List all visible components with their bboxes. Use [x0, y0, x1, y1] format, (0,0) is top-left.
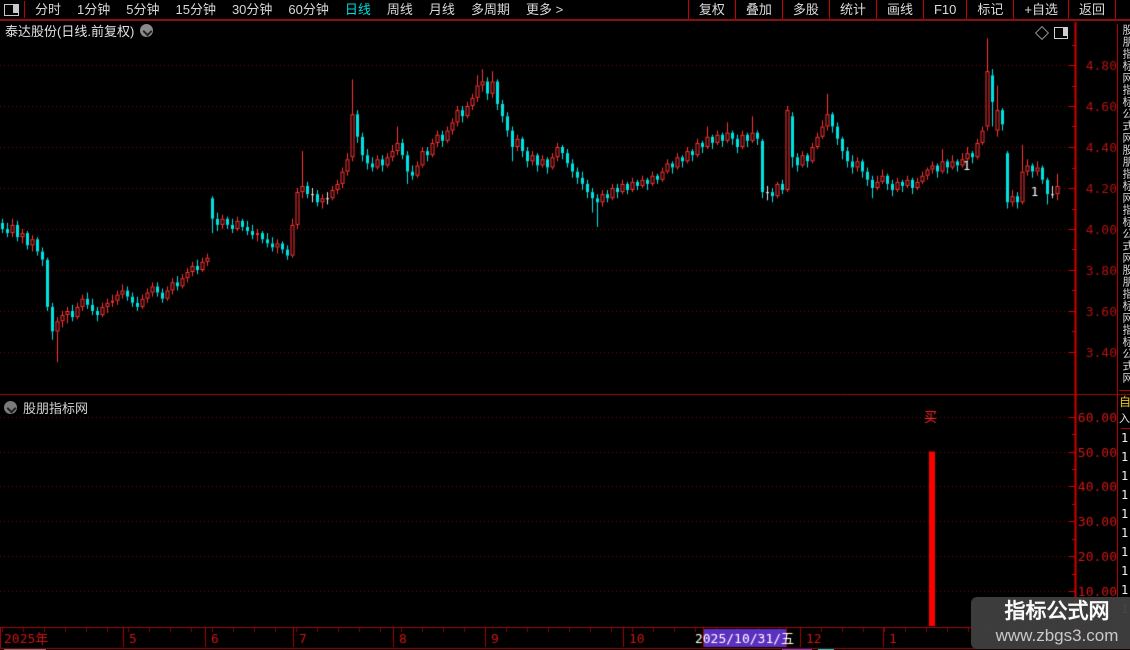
period-tab-8[interactable]: 月线: [421, 0, 463, 19]
window-layout-icon[interactable]: [4, 3, 19, 16]
toolbar-button-3[interactable]: 统计: [828, 0, 876, 19]
indicator-panel-title: 股朋指标网: [4, 398, 88, 417]
chart-title: 泰达股份(日线.前复权): [5, 23, 135, 39]
chart-canvas[interactable]: [0, 0, 1130, 650]
period-tab-4[interactable]: 30分钟: [224, 0, 280, 19]
toolbar-button-6[interactable]: 标记: [966, 0, 1013, 19]
watermark-url: www.zbgs3.com: [995, 626, 1119, 645]
toolbar-button-1[interactable]: 叠加: [734, 0, 782, 19]
toolbar-divider: [24, 1, 25, 18]
period-tab-0[interactable]: 分时: [27, 0, 69, 19]
top-toolbar: 分时 1分钟 5分钟 15分钟 30分钟 60分钟 日线 周线 月线 多周期 更多 > 复权 叠加 多股…: [0, 0, 1130, 21]
toolbar-button-4[interactable]: 画线: [875, 0, 923, 19]
edge-badge: 自: [1119, 390, 1130, 410]
toolbar-button-5[interactable]: F10: [922, 0, 966, 19]
diamond-icon[interactable]: [1034, 25, 1050, 41]
right-edge-clipped-panel: 股朋指标网指标公式网股朋指标网指标公式网股朋指标网指标公式网 自 入 11111…: [1117, 24, 1130, 648]
watermark-title: 指标公式网: [1004, 600, 1110, 623]
toolbar-button-7[interactable]: +自选: [1013, 0, 1068, 19]
period-tab-1[interactable]: 1分钟: [69, 0, 118, 19]
toolbar-button-8[interactable]: 返回: [1067, 0, 1116, 19]
toolbar-button-0[interactable]: 复权: [687, 0, 735, 19]
edge-number-column: 1111111111: [1121, 428, 1130, 619]
toolbar-button-2[interactable]: 多股: [781, 0, 829, 19]
period-tab-9[interactable]: 多周期: [463, 0, 518, 19]
period-tab-2[interactable]: 5分钟: [118, 0, 167, 19]
period-tab-5[interactable]: 60分钟: [280, 0, 336, 19]
chart-corner-icons: [1034, 25, 1068, 41]
chevron-down-icon[interactable]: [140, 23, 154, 37]
period-tab-group: 分时 1分钟 5分钟 15分钟 30分钟 60分钟 日线 周线 月线 多周期 更多 >: [27, 0, 571, 19]
toolbar-button-group: 复权 叠加 多股 统计 画线 F10 标记 +自选 返回: [687, 0, 1116, 19]
edge-badge-sub: 入: [1119, 413, 1130, 425]
app-window: { "topbar": { "left_items": [ {"label":"…: [0, 0, 1130, 650]
edge-vertical-text: 股朋指标网指标公式网股朋指标网指标公式网股朋指标网指标公式网: [1121, 24, 1130, 384]
site-watermark: 指标公式网 www.zbgs3.com: [971, 597, 1130, 649]
chart-title-row: 泰达股份(日线.前复权): [5, 22, 154, 39]
indicator-name: 股朋指标网: [23, 401, 89, 416]
chevron-down-icon[interactable]: [4, 401, 17, 414]
split-pane-icon[interactable]: [1054, 27, 1068, 39]
period-tab-7[interactable]: 周线: [379, 0, 421, 19]
period-tab-6[interactable]: 日线: [337, 0, 379, 19]
period-tab-10[interactable]: 更多 >: [518, 0, 571, 19]
period-tab-3[interactable]: 15分钟: [167, 0, 223, 19]
